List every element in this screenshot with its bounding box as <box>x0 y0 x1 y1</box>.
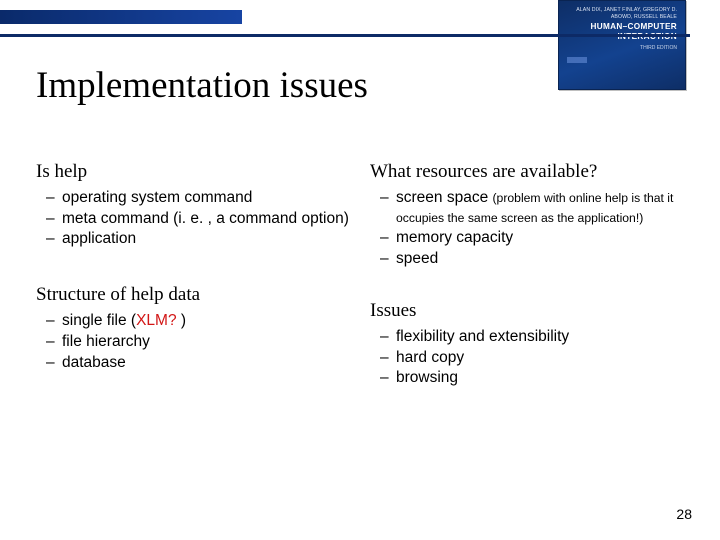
section-head-is-help: Is help <box>36 160 350 184</box>
book-edition: THIRD EDITION <box>567 45 677 51</box>
list-item: screen space (problem with online help i… <box>396 188 684 228</box>
header-rule <box>0 34 594 37</box>
list-item: hard copy <box>396 348 684 368</box>
section-head-issues: Issues <box>370 299 684 323</box>
list-item: memory capacity <box>396 228 684 248</box>
resources-list: screen space (problem with online help i… <box>370 188 684 269</box>
text: single file ( <box>62 312 136 329</box>
right-column: What resources are available? screen spa… <box>370 160 684 500</box>
left-column: Is help operating system command meta co… <box>36 160 350 500</box>
decorative-strip <box>0 10 242 24</box>
book-rule <box>554 34 690 37</box>
list-item: operating system command <box>62 188 350 208</box>
list-item: database <box>62 353 350 373</box>
list-item: application <box>62 229 350 249</box>
issues-list: flexibility and extensibility hard copy … <box>370 327 684 388</box>
list-item: flexibility and extensibility <box>396 327 684 347</box>
list-item: meta command (i. e. , a command option) <box>62 209 350 229</box>
section-head-resources: What resources are available? <box>370 160 684 184</box>
list-item: browsing <box>396 368 684 388</box>
book-authors: ALAN DIX, JANET FINLAY, GREGORY D. ABOWD… <box>567 7 677 20</box>
book-accent <box>567 57 587 63</box>
list-item: speed <box>396 249 684 269</box>
is-help-list: operating system command meta command (i… <box>36 188 350 249</box>
book-cover: ALAN DIX, JANET FINLAY, GREGORY D. ABOWD… <box>558 0 686 90</box>
highlighted-text: XLM? <box>136 312 181 329</box>
text: screen space <box>396 189 493 206</box>
structure-list: single file (XLM? ) file hierarchy datab… <box>36 311 350 372</box>
content-columns: Is help operating system command meta co… <box>36 160 684 500</box>
text: ) <box>181 312 186 329</box>
page-title: Implementation issues <box>36 64 368 107</box>
slide: ALAN DIX, JANET FINLAY, GREGORY D. ABOWD… <box>0 0 720 540</box>
list-item: file hierarchy <box>62 332 350 352</box>
book-title: HUMAN–COMPUTER INTERACTION <box>567 22 677 43</box>
section-head-structure: Structure of help data <box>36 283 350 307</box>
page-number: 28 <box>676 506 692 522</box>
list-item: single file (XLM? ) <box>62 311 350 331</box>
